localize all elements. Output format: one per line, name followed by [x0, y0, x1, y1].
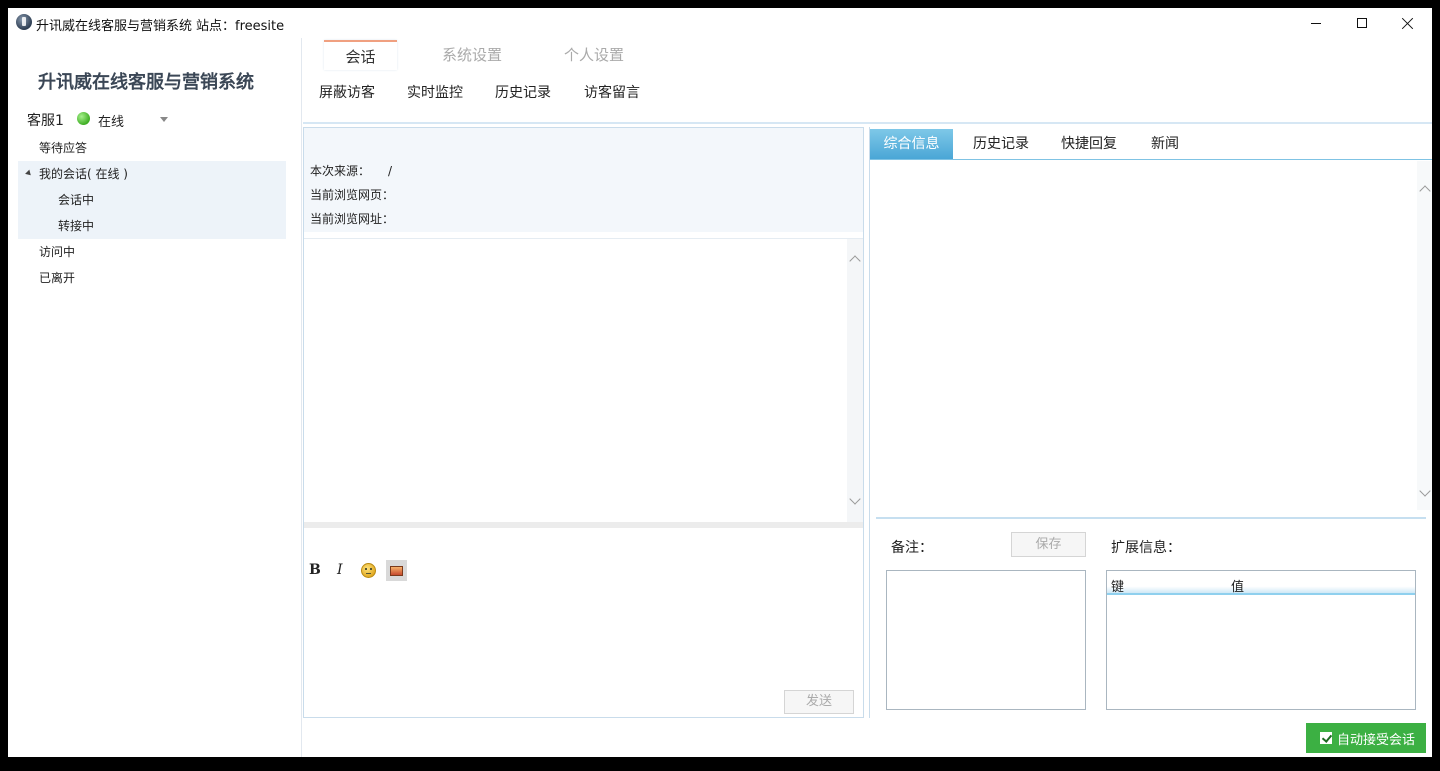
visitor-messages-button[interactable]: 访客留言 — [584, 82, 640, 102]
visitor-info: 本次来源： / 当前浏览网页： 当前浏览网址： — [304, 128, 863, 232]
maximize-icon — [1357, 18, 1367, 28]
tree-item-my-sessions[interactable]: 我的会话( 在线 ) — [18, 161, 286, 187]
info-panel: 综合信息 历史记录 快捷回复 新闻 备注： 保存 扩展信息： 键 值 — [869, 127, 1432, 718]
status-text[interactable]: 在线 — [98, 111, 124, 130]
source-label: 本次来源： — [310, 164, 371, 178]
scroll-down-icon[interactable] — [849, 493, 861, 505]
agent-name: 客服1 — [27, 113, 64, 129]
message-scrollbar[interactable] — [847, 239, 863, 522]
tree-item-visiting[interactable]: 访问中 — [18, 239, 286, 265]
notes-label: 备注： — [891, 540, 933, 556]
message-editor[interactable]: B I 发送 — [304, 528, 863, 717]
close-icon — [1402, 17, 1414, 29]
tree-item-waiting[interactable]: 等待应答 — [18, 135, 286, 161]
source-value: / — [388, 164, 393, 178]
source-row: 本次来源： / — [310, 162, 392, 179]
close-button[interactable] — [1385, 8, 1431, 38]
status-dropdown-icon[interactable] — [160, 117, 168, 122]
top-bar: 会话 系统设置 个人设置 屏蔽访客 实时监控 历史记录 访客留言 — [303, 38, 1432, 124]
scroll-down-icon[interactable] — [1419, 485, 1431, 497]
tree-item-transferring[interactable]: 转接中 — [18, 213, 286, 239]
auto-accept-toggle[interactable]: 自动接受会话 — [1306, 723, 1426, 753]
live-monitor-button[interactable]: 实时监控 — [407, 82, 463, 102]
message-area[interactable] — [304, 238, 863, 522]
minimize-icon — [1311, 22, 1321, 24]
title-bar: 升讯威在线客服与营销系统 站点：freesite — [8, 8, 1432, 38]
tab-session[interactable]: 会话 — [324, 40, 397, 70]
tab-history[interactable]: 历史记录 — [963, 129, 1039, 159]
chat-panel: 本次来源： / 当前浏览网页： 当前浏览网址： B I 发送 — [303, 127, 864, 718]
column-key[interactable]: 键 — [1111, 576, 1124, 595]
brand-title: 升讯威在线客服与营销系统 — [38, 72, 254, 93]
auto-accept-label: 自动接受会话 — [1337, 732, 1416, 748]
app-window: 升讯威在线客服与营销系统 站点：freesite 升讯威在线客服与营销系统 客服1… — [8, 8, 1432, 757]
table-header: 键 值 — [1107, 571, 1415, 595]
scroll-up-icon[interactable] — [1419, 185, 1431, 197]
online-status-icon — [77, 112, 90, 125]
save-button[interactable]: 保存 — [1011, 532, 1086, 557]
bold-button[interactable]: B — [309, 562, 321, 578]
notes-textarea[interactable] — [886, 570, 1086, 710]
app-logo-icon — [16, 14, 32, 30]
tree-item-left[interactable]: 已离开 — [18, 265, 286, 291]
sidebar: 升讯威在线客服与营销系统 客服1 在线 等待应答 我的会话( 在线 ) 会话中 … — [8, 38, 302, 757]
window-site: 站点：freesite — [196, 19, 285, 34]
info-tabs: 综合信息 历史记录 快捷回复 新闻 — [870, 129, 1432, 160]
window-title: 升讯威在线客服与营销系统 站点：freesite — [36, 19, 285, 34]
session-tree: 等待应答 我的会话( 在线 ) 会话中 转接中 访问中 已离开 — [18, 135, 286, 291]
divider — [876, 517, 1426, 519]
minimize-button[interactable] — [1293, 8, 1339, 38]
extended-info-table[interactable]: 键 值 — [1106, 570, 1416, 710]
overview-content — [870, 161, 1432, 510]
tab-news[interactable]: 新闻 — [1139, 129, 1191, 159]
image-icon — [390, 565, 403, 576]
extended-info-label: 扩展信息： — [1111, 540, 1181, 556]
expand-caret-icon[interactable] — [25, 169, 33, 178]
tab-personal-settings[interactable]: 个人设置 — [543, 40, 645, 70]
tab-quick-reply[interactable]: 快捷回复 — [1051, 129, 1127, 159]
checkbox-checked-icon[interactable] — [1320, 732, 1332, 744]
current-url-label: 当前浏览网址： — [310, 212, 395, 226]
maximize-button[interactable] — [1339, 8, 1385, 38]
tree-item-label: 我的会话( 在线 ) — [39, 167, 128, 181]
emoji-icon[interactable] — [361, 563, 376, 578]
tab-system-settings[interactable]: 系统设置 — [421, 40, 523, 70]
insert-image-button[interactable] — [386, 560, 407, 581]
tab-overview[interactable]: 综合信息 — [870, 129, 953, 159]
column-value[interactable]: 值 — [1231, 576, 1244, 595]
history-button[interactable]: 历史记录 — [495, 82, 551, 102]
scroll-up-icon[interactable] — [849, 255, 861, 267]
current-page-label: 当前浏览网页： — [310, 188, 395, 202]
tree-item-in-session[interactable]: 会话中 — [18, 187, 286, 213]
block-visitor-button[interactable]: 屏蔽访客 — [319, 82, 375, 102]
overview-scrollbar[interactable] — [1417, 161, 1432, 510]
send-button[interactable]: 发送 — [784, 690, 854, 714]
italic-button[interactable]: I — [337, 562, 343, 578]
